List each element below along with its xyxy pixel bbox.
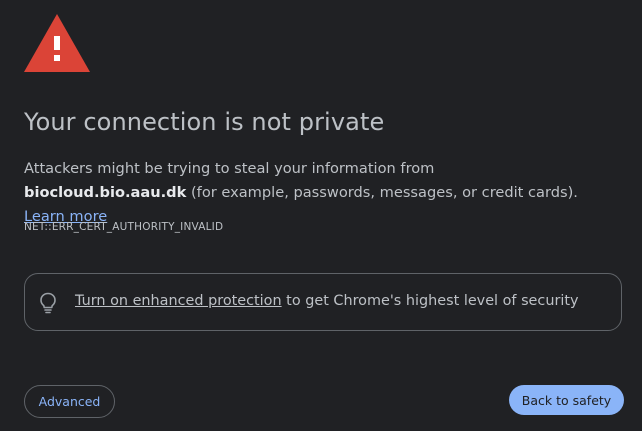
warning-triangle-icon xyxy=(24,14,90,72)
message-suffix: (for example, passwords, messages, or cr… xyxy=(186,184,578,201)
host-name: biocloud.bio.aau.dk xyxy=(24,184,187,201)
lightbulb-icon xyxy=(40,292,56,314)
advanced-button[interactable]: Advanced xyxy=(24,385,115,418)
enhanced-protection-box: Turn on enhanced protection to get Chrom… xyxy=(24,273,622,331)
page-title: Your connection is not private xyxy=(24,108,385,136)
enhanced-protection-text: Turn on enhanced protection to get Chrom… xyxy=(75,293,579,309)
warning-message: Attackers might be trying to steal your … xyxy=(24,157,584,229)
interstitial-page: Your connection is not private Attackers… xyxy=(0,0,642,431)
back-to-safety-button[interactable]: Back to safety xyxy=(509,385,624,415)
error-code: NET::ERR_CERT_AUTHORITY_INVALID xyxy=(24,221,224,233)
enhanced-protection-link[interactable]: Turn on enhanced protection xyxy=(75,293,282,309)
enhanced-protection-rest: to get Chrome's highest level of securit… xyxy=(281,293,579,309)
message-prefix: Attackers might be trying to steal your … xyxy=(24,160,435,177)
